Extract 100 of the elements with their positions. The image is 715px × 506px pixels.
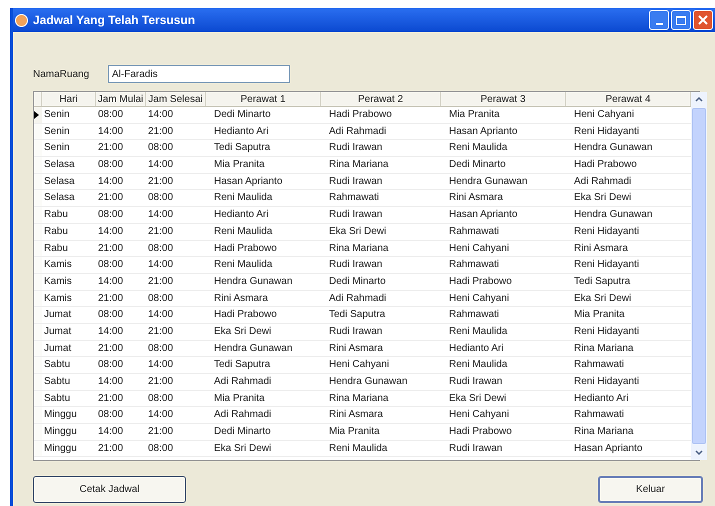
table-cell-text: Hadi Prabowo	[328, 108, 393, 122]
table-cell-text: 21:00	[97, 191, 124, 206]
table-cell-text: Rahmawati	[448, 224, 500, 239]
table-cell-text: Reni Maulida	[448, 358, 508, 372]
table-cell-text: 21:00	[147, 224, 174, 239]
table-cell-text: 14:00	[97, 224, 124, 239]
table-cell-text: Hendra Gunawan	[328, 375, 408, 389]
column-header[interactable]: Jam Selesai	[146, 92, 206, 106]
maximize-button[interactable]	[671, 10, 691, 30]
minimize-button[interactable]	[649, 10, 669, 30]
table-cell-text: Heni Cahyani	[448, 292, 510, 306]
table-cell-text: Tedi Saputra	[328, 308, 386, 322]
table-cell-text: Rini Asmara	[328, 408, 384, 422]
table-cell-text: Tedi Saputra	[573, 274, 632, 289]
table-cell-text: Rudi Irawan	[448, 375, 504, 389]
table-cell-text: Dedi Minarto	[213, 425, 272, 440]
table-cell-text: Reni Hidayanti	[573, 124, 640, 139]
row-header[interactable]	[34, 107, 42, 123]
table-cell-text: Hendra Gunawan	[213, 342, 294, 356]
table-cell-text: 14:00	[147, 258, 174, 272]
table-cell-text: Eka Sri Dewi	[573, 191, 632, 206]
table-cell-text: 21:00	[147, 124, 174, 139]
table-cell-text: Rahmawati	[573, 408, 626, 422]
room-name-field[interactable]: Al-Faradis	[108, 65, 290, 83]
table-cell-text: 08:00	[147, 242, 174, 256]
table-cell-text: Minggu	[43, 442, 78, 456]
table-cell-text: 14:00	[97, 324, 124, 339]
table-cell-text: Kamis	[43, 258, 73, 272]
table-cell-text: Selasa	[43, 174, 76, 189]
table-cell-text: Reni Maulida	[448, 141, 508, 156]
table-cell-text: Selasa	[43, 191, 76, 206]
table-cell-text: Reni Hidayanti	[573, 324, 640, 339]
table-cell-text: 21:00	[97, 342, 124, 356]
table-cell-text: 14:00	[147, 208, 174, 222]
column-header[interactable]: Perawat 3	[441, 92, 566, 106]
column-header[interactable]: Perawat 2	[321, 92, 441, 106]
table-cell-text: 14:00	[147, 108, 174, 122]
table-cell-text: 08:00	[147, 342, 174, 356]
table-cell-text: Rina Mariana	[328, 392, 390, 406]
print-schedule-button[interactable]: Cetak Jadwal	[33, 476, 186, 503]
table-cell-text: Hendra Gunawan	[573, 208, 654, 222]
table-cell-text: 08:00	[147, 442, 174, 456]
table-cell-text: Mia Pranita	[448, 108, 501, 122]
table-cell-text: Rudi Irawan	[328, 141, 384, 156]
table-cell-text: Eka Sri Dewi	[573, 292, 632, 306]
column-header[interactable]: Jam Mulai	[96, 92, 146, 106]
table-cell-text: Hadi Prabowo	[573, 158, 638, 172]
table-cell-text: Rudi Irawan	[328, 258, 384, 272]
table-cell-text: Sabtu	[43, 375, 72, 389]
table-cell-text: Heni Cahyani	[448, 408, 510, 422]
table-cell-text: Rahmawati	[448, 308, 500, 322]
table-cell-text: Mia Pranita	[213, 392, 266, 406]
table-cell-text: Hasan Aprianto	[573, 442, 644, 456]
table-cell-text: Sabtu	[43, 358, 72, 372]
table-cell-text: Tedi Saputra	[213, 358, 272, 372]
table-cell-text: Hedianto Ari	[213, 208, 270, 222]
column-header[interactable]: Perawat 1	[206, 92, 321, 106]
table-cell-text: Minggu	[43, 425, 78, 440]
row-pointer-icon	[34, 110, 39, 119]
column-header[interactable]: Hari	[42, 92, 96, 106]
table-cell-text: Adi Rahmadi	[328, 124, 388, 139]
table-cell-text: 21:00	[97, 242, 124, 256]
table-cell-text: Reni Maulida	[213, 191, 274, 206]
table-cell-text: Mia Pranita	[328, 425, 381, 440]
table-cell-text: Rina Mariana	[573, 342, 634, 356]
table-cell-text: Reni Maulida	[213, 224, 274, 239]
table-cell-text: 14:00	[97, 375, 124, 389]
table-cell-text: 14:00	[147, 358, 174, 372]
close-icon	[698, 15, 708, 25]
table-cell-text: 08:00	[97, 208, 124, 222]
window-title: Jadwal Yang Telah Tersusun	[33, 12, 196, 29]
table-cell-text: 14:00	[147, 158, 174, 172]
close-button[interactable]	[693, 10, 713, 30]
table-cell-text: Hendra Gunawan	[448, 174, 528, 189]
exit-button[interactable]: Keluar	[598, 476, 703, 503]
table-cell-text: 21:00	[97, 392, 124, 406]
table-cell-text: Rini Asmara	[328, 342, 384, 356]
table-cell-text: Minggu	[43, 408, 78, 422]
table-cell-text: 08:00	[97, 108, 124, 122]
table-cell-text: 08:00	[147, 292, 174, 306]
table-cell-text: Hedianto Ari	[573, 392, 630, 406]
table-cell-text: Hasan Aprianto	[213, 174, 284, 189]
table-cell-text: Reni Hidayanti	[573, 375, 640, 389]
table-cell-text: Adi Rahmadi	[328, 292, 388, 306]
table-cell-text: Reni Hidayanti	[573, 224, 640, 239]
table-cell-text: Senin	[43, 124, 71, 139]
table-cell-text: Rahmawati	[573, 358, 626, 372]
table-cell-text: Jumat	[43, 324, 72, 339]
table-cell-text: 21:00	[147, 274, 174, 289]
app-icon	[15, 14, 28, 26]
vertical-scrollbar[interactable]	[691, 92, 707, 460]
table-cell-text: Jumat	[43, 342, 72, 356]
table-cell-text: Mia Pranita	[573, 308, 626, 322]
table-cell-text: Senin	[43, 141, 71, 156]
table-cell-text: 08:00	[147, 191, 174, 206]
table-cell-text: Eka Sri Dewi	[328, 224, 388, 239]
table-cell-text: 14:00	[97, 174, 124, 189]
table-cell-text: Rudi Irawan	[448, 442, 504, 456]
table-cell-text: Rina Mariana	[328, 158, 390, 172]
table-cell-text: 21:00	[147, 324, 174, 339]
